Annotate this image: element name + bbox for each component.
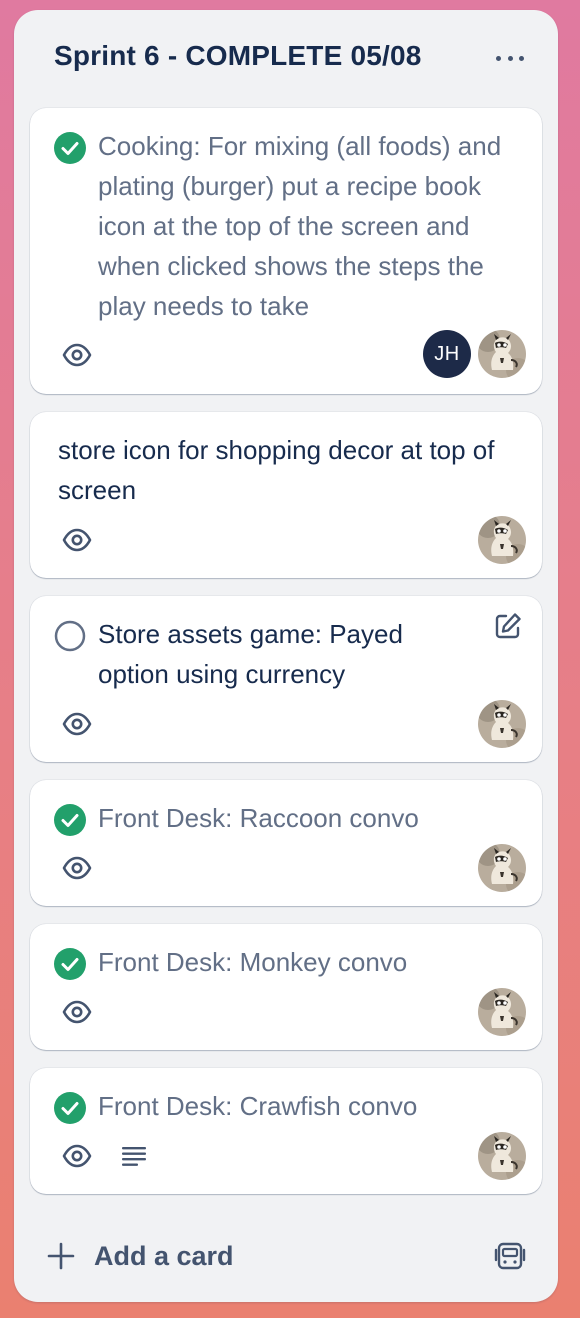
card-monkey-convo[interactable]: Front Desk: Monkey convo: [30, 924, 542, 1050]
eye-icon: [62, 853, 92, 883]
eye-icon: [62, 340, 92, 370]
add-card-label: Add a card: [94, 1240, 234, 1271]
plus-icon: [47, 1242, 75, 1270]
eye-icon: [62, 1141, 92, 1171]
incomplete-circle-icon[interactable]: [54, 620, 86, 652]
complete-check-icon[interactable]: [54, 132, 86, 164]
complete-check-icon[interactable]: [54, 804, 86, 836]
list-title[interactable]: Sprint 6 - COMPLETE 05/08: [54, 40, 422, 72]
card-crawfish-convo[interactable]: Front Desk: Crawfish convo: [30, 1068, 542, 1194]
card-store-assets[interactable]: Store assets game: Payed option using cu…: [30, 596, 542, 762]
edit-icon[interactable]: [492, 610, 524, 642]
card-raccoon-convo[interactable]: Front Desk: Raccoon convo: [30, 780, 542, 906]
raccoon-avatar[interactable]: [478, 1132, 526, 1180]
card-cooking-recipe[interactable]: Cooking: For mixing (all foods) and plat…: [30, 108, 542, 394]
card-title: Front Desk: Raccoon convo: [98, 803, 419, 833]
list-column: Sprint 6 - COMPLETE 05/08 Cooking: For m…: [14, 10, 558, 1302]
raccoon-avatar[interactable]: [478, 516, 526, 564]
raccoon-avatar[interactable]: [478, 700, 526, 748]
add-card-button[interactable]: Add a card: [46, 1234, 234, 1278]
card-template-icon[interactable]: [492, 1238, 528, 1274]
card-title: Front Desk: Monkey convo: [98, 947, 408, 977]
eye-icon: [62, 525, 92, 555]
card-title: store icon for shopping decor at top of …: [58, 435, 495, 505]
complete-check-icon[interactable]: [54, 1092, 86, 1124]
raccoon-avatar[interactable]: [478, 844, 526, 892]
more-horizontal-icon[interactable]: [496, 46, 524, 70]
avatar[interactable]: JH: [423, 330, 471, 378]
list-footer: Add a card: [34, 1228, 538, 1284]
raccoon-avatar[interactable]: [478, 330, 526, 378]
eye-icon: [62, 709, 92, 739]
card-title: Store assets game: Payed option using cu…: [98, 619, 403, 689]
card-title: Cooking: For mixing (all foods) and plat…: [98, 131, 502, 321]
list-header: Sprint 6 - COMPLETE 05/08: [14, 10, 558, 106]
raccoon-avatar[interactable]: [478, 988, 526, 1036]
eye-icon: [62, 997, 92, 1027]
complete-check-icon[interactable]: [54, 948, 86, 980]
description-icon: [120, 1142, 148, 1170]
card-store-icon[interactable]: store icon for shopping decor at top of …: [30, 412, 542, 578]
card-title: Front Desk: Crawfish convo: [98, 1091, 418, 1121]
